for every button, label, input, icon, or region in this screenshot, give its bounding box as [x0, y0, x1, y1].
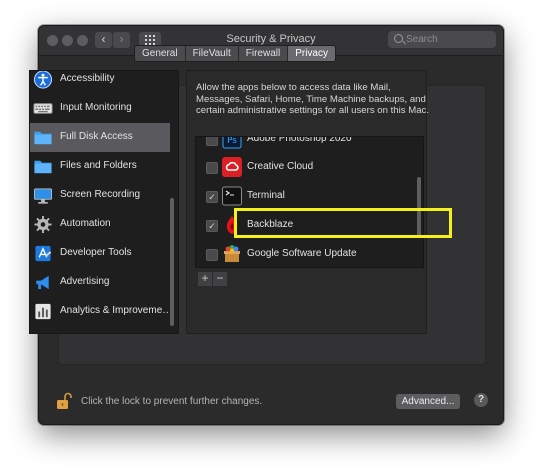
- minimize-window-button[interactable]: [62, 35, 73, 46]
- sidebar-item-label: Input Monitoring: [60, 102, 132, 113]
- svg-text:Ps: Ps: [227, 136, 237, 146]
- developer-tools-icon: [35, 245, 52, 262]
- app-checkbox[interactable]: [206, 249, 218, 261]
- sidebar-item-accessibility[interactable]: Accessibility: [30, 71, 170, 94]
- app-checkbox[interactable]: ✓: [206, 220, 218, 232]
- search-icon: [394, 34, 403, 43]
- terminal-icon: [222, 186, 242, 206]
- sidebar-item-label: Advertising: [60, 276, 110, 287]
- sidebar-item-label: Analytics & Improveme…: [60, 305, 173, 316]
- sidebar-item-input-monitoring[interactable]: Input Monitoring: [30, 94, 170, 123]
- monitor-icon: [34, 188, 52, 204]
- app-name: Creative Cloud: [247, 161, 314, 172]
- keyboard-icon: [33, 103, 53, 114]
- sidebar-item-files-and-folders[interactable]: Files and Folders: [30, 152, 170, 181]
- sidebar-item-label: Screen Recording: [60, 189, 141, 200]
- back-button[interactable]: ‹: [95, 32, 112, 48]
- lock-message: Click the lock to prevent further change…: [81, 396, 263, 407]
- app-name: Terminal: [247, 190, 285, 201]
- app-row-photoshop[interactable]: Ps Adobe Photoshop 2020: [196, 136, 423, 154]
- app-row-terminal[interactable]: ✓ Terminal: [196, 182, 423, 211]
- add-app-button[interactable]: +: [198, 272, 212, 286]
- terminal-highlight-box: [234, 208, 452, 238]
- app-row-google-software-update[interactable]: Google Software Update: [196, 240, 423, 267]
- creative-cloud-icon: [222, 157, 242, 177]
- sidebar-item-label: Full Disk Access: [60, 131, 133, 142]
- google-software-update-icon: [224, 245, 240, 262]
- megaphone-icon: [36, 275, 49, 290]
- search-field[interactable]: [388, 31, 496, 48]
- sidebar-item-automation[interactable]: Automation: [30, 210, 170, 239]
- tab-general[interactable]: General: [135, 46, 186, 61]
- app-name: Google Software Update: [247, 248, 357, 259]
- close-window-button[interactable]: [47, 35, 58, 46]
- unlocked-lock-icon[interactable]: [56, 392, 72, 410]
- app-name: Adobe Photoshop 2020: [247, 136, 352, 144]
- photoshop-icon: Ps: [222, 136, 242, 149]
- app-list[interactable]: Ps Adobe Photoshop 2020 Creative Cloud ✓…: [195, 136, 424, 268]
- sidebar-item-full-disk-access[interactable]: Full Disk Access: [30, 123, 170, 152]
- help-button[interactable]: ?: [474, 393, 488, 407]
- remove-app-button[interactable]: −: [213, 272, 227, 286]
- sidebar-item-advertising[interactable]: Advertising: [30, 268, 170, 297]
- forward-button[interactable]: ›: [113, 32, 130, 48]
- access-description: Allow the apps below to access data like…: [196, 82, 430, 117]
- app-checkbox[interactable]: [206, 162, 218, 174]
- accessibility-icon: [33, 71, 53, 89]
- folder-icon: [34, 131, 52, 145]
- sidebar-item-label: Accessibility: [60, 73, 115, 84]
- advanced-button[interactable]: Advanced...: [396, 394, 460, 409]
- analytics-icon: [35, 303, 51, 320]
- privacy-category-list[interactable]: Accessibility Input Monitoring Full Disk…: [29, 70, 179, 334]
- sidebar-item-label: Files and Folders: [60, 160, 137, 171]
- sidebar-item-label: Developer Tools: [60, 247, 132, 258]
- grid-icon: [145, 35, 155, 45]
- tab-firewall[interactable]: Firewall: [238, 46, 289, 61]
- sidebar-item-developer-tools[interactable]: Developer Tools: [30, 239, 170, 268]
- sidebar-item-screen-recording[interactable]: Screen Recording: [30, 181, 170, 210]
- zoom-window-button[interactable]: [77, 35, 88, 46]
- tab-privacy[interactable]: Privacy: [288, 46, 335, 61]
- app-checkbox[interactable]: ✓: [206, 191, 218, 203]
- pane-tabs: General FileVault Firewall Privacy: [134, 45, 336, 62]
- tab-filevault[interactable]: FileVault: [185, 46, 239, 61]
- gear-icon: [34, 215, 52, 234]
- app-checkbox[interactable]: [206, 137, 218, 146]
- app-row-creative-cloud[interactable]: Creative Cloud: [196, 153, 423, 182]
- folder-icon: [34, 160, 52, 174]
- search-input[interactable]: [406, 31, 492, 48]
- sidebar-item-label: Automation: [60, 218, 111, 229]
- sidebar-item-analytics[interactable]: Analytics & Improveme…: [30, 297, 173, 326]
- sidebar-scrollbar[interactable]: [170, 198, 174, 326]
- add-remove-buttons: + −: [198, 272, 228, 286]
